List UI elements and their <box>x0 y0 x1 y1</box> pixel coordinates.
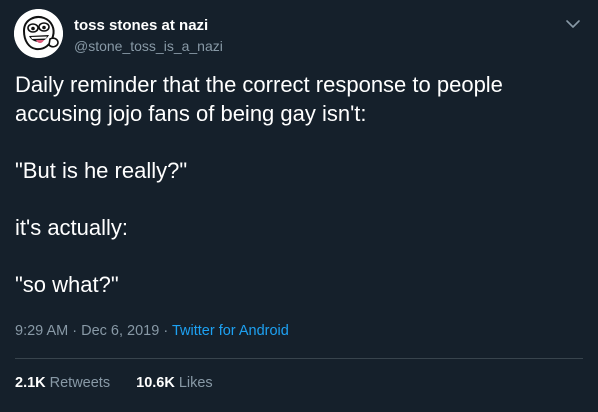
meta-separator: · <box>72 323 78 339</box>
tweet-source-link[interactable]: Twitter for Android <box>172 323 289 339</box>
chevron-down-icon <box>566 20 580 28</box>
retweets-label: Retweets <box>49 375 111 391</box>
meme-face-avatar-icon <box>14 9 63 58</box>
tweet-card: toss stones at nazi @stone_toss_is_a_naz… <box>0 0 598 412</box>
tweet-menu-button[interactable] <box>562 13 584 35</box>
tweet-text-line: "But is he really?" <box>15 158 188 183</box>
tweet-text-line: accusing jojo fans of being gay isn't: <box>15 101 367 126</box>
tweet-time[interactable]: 9:29 AM <box>15 323 68 339</box>
likes-label: Likes <box>178 375 213 391</box>
tweet-date[interactable]: Dec 6, 2019 <box>81 323 159 339</box>
tweet-text-line: Daily reminder that the correct response… <box>15 72 503 97</box>
tweet-header: toss stones at nazi @stone_toss_is_a_naz… <box>14 9 584 59</box>
tweet-meta: 9:29 AM · Dec 6, 2019 · Twitter for Andr… <box>15 322 289 340</box>
likes-stat[interactable]: 10.6K Likes <box>136 374 213 392</box>
tweet-text-line: it's actually: <box>15 215 129 240</box>
avatar[interactable] <box>14 9 63 58</box>
likes-count: 10.6K <box>136 375 175 391</box>
retweets-stat[interactable]: 2.1K Retweets <box>15 374 110 392</box>
divider <box>15 358 583 359</box>
author-handle[interactable]: @stone_toss_is_a_nazi <box>74 37 223 55</box>
tweet-text-line: "so what?" <box>15 272 119 297</box>
tweet-text: Daily reminder that the correct response… <box>15 70 575 299</box>
author-display-name[interactable]: toss stones at nazi <box>74 17 208 35</box>
retweets-count: 2.1K <box>15 375 46 391</box>
meta-separator: · <box>163 323 169 339</box>
tweet-stats: 2.1K Retweets 10.6K Likes <box>15 374 213 392</box>
